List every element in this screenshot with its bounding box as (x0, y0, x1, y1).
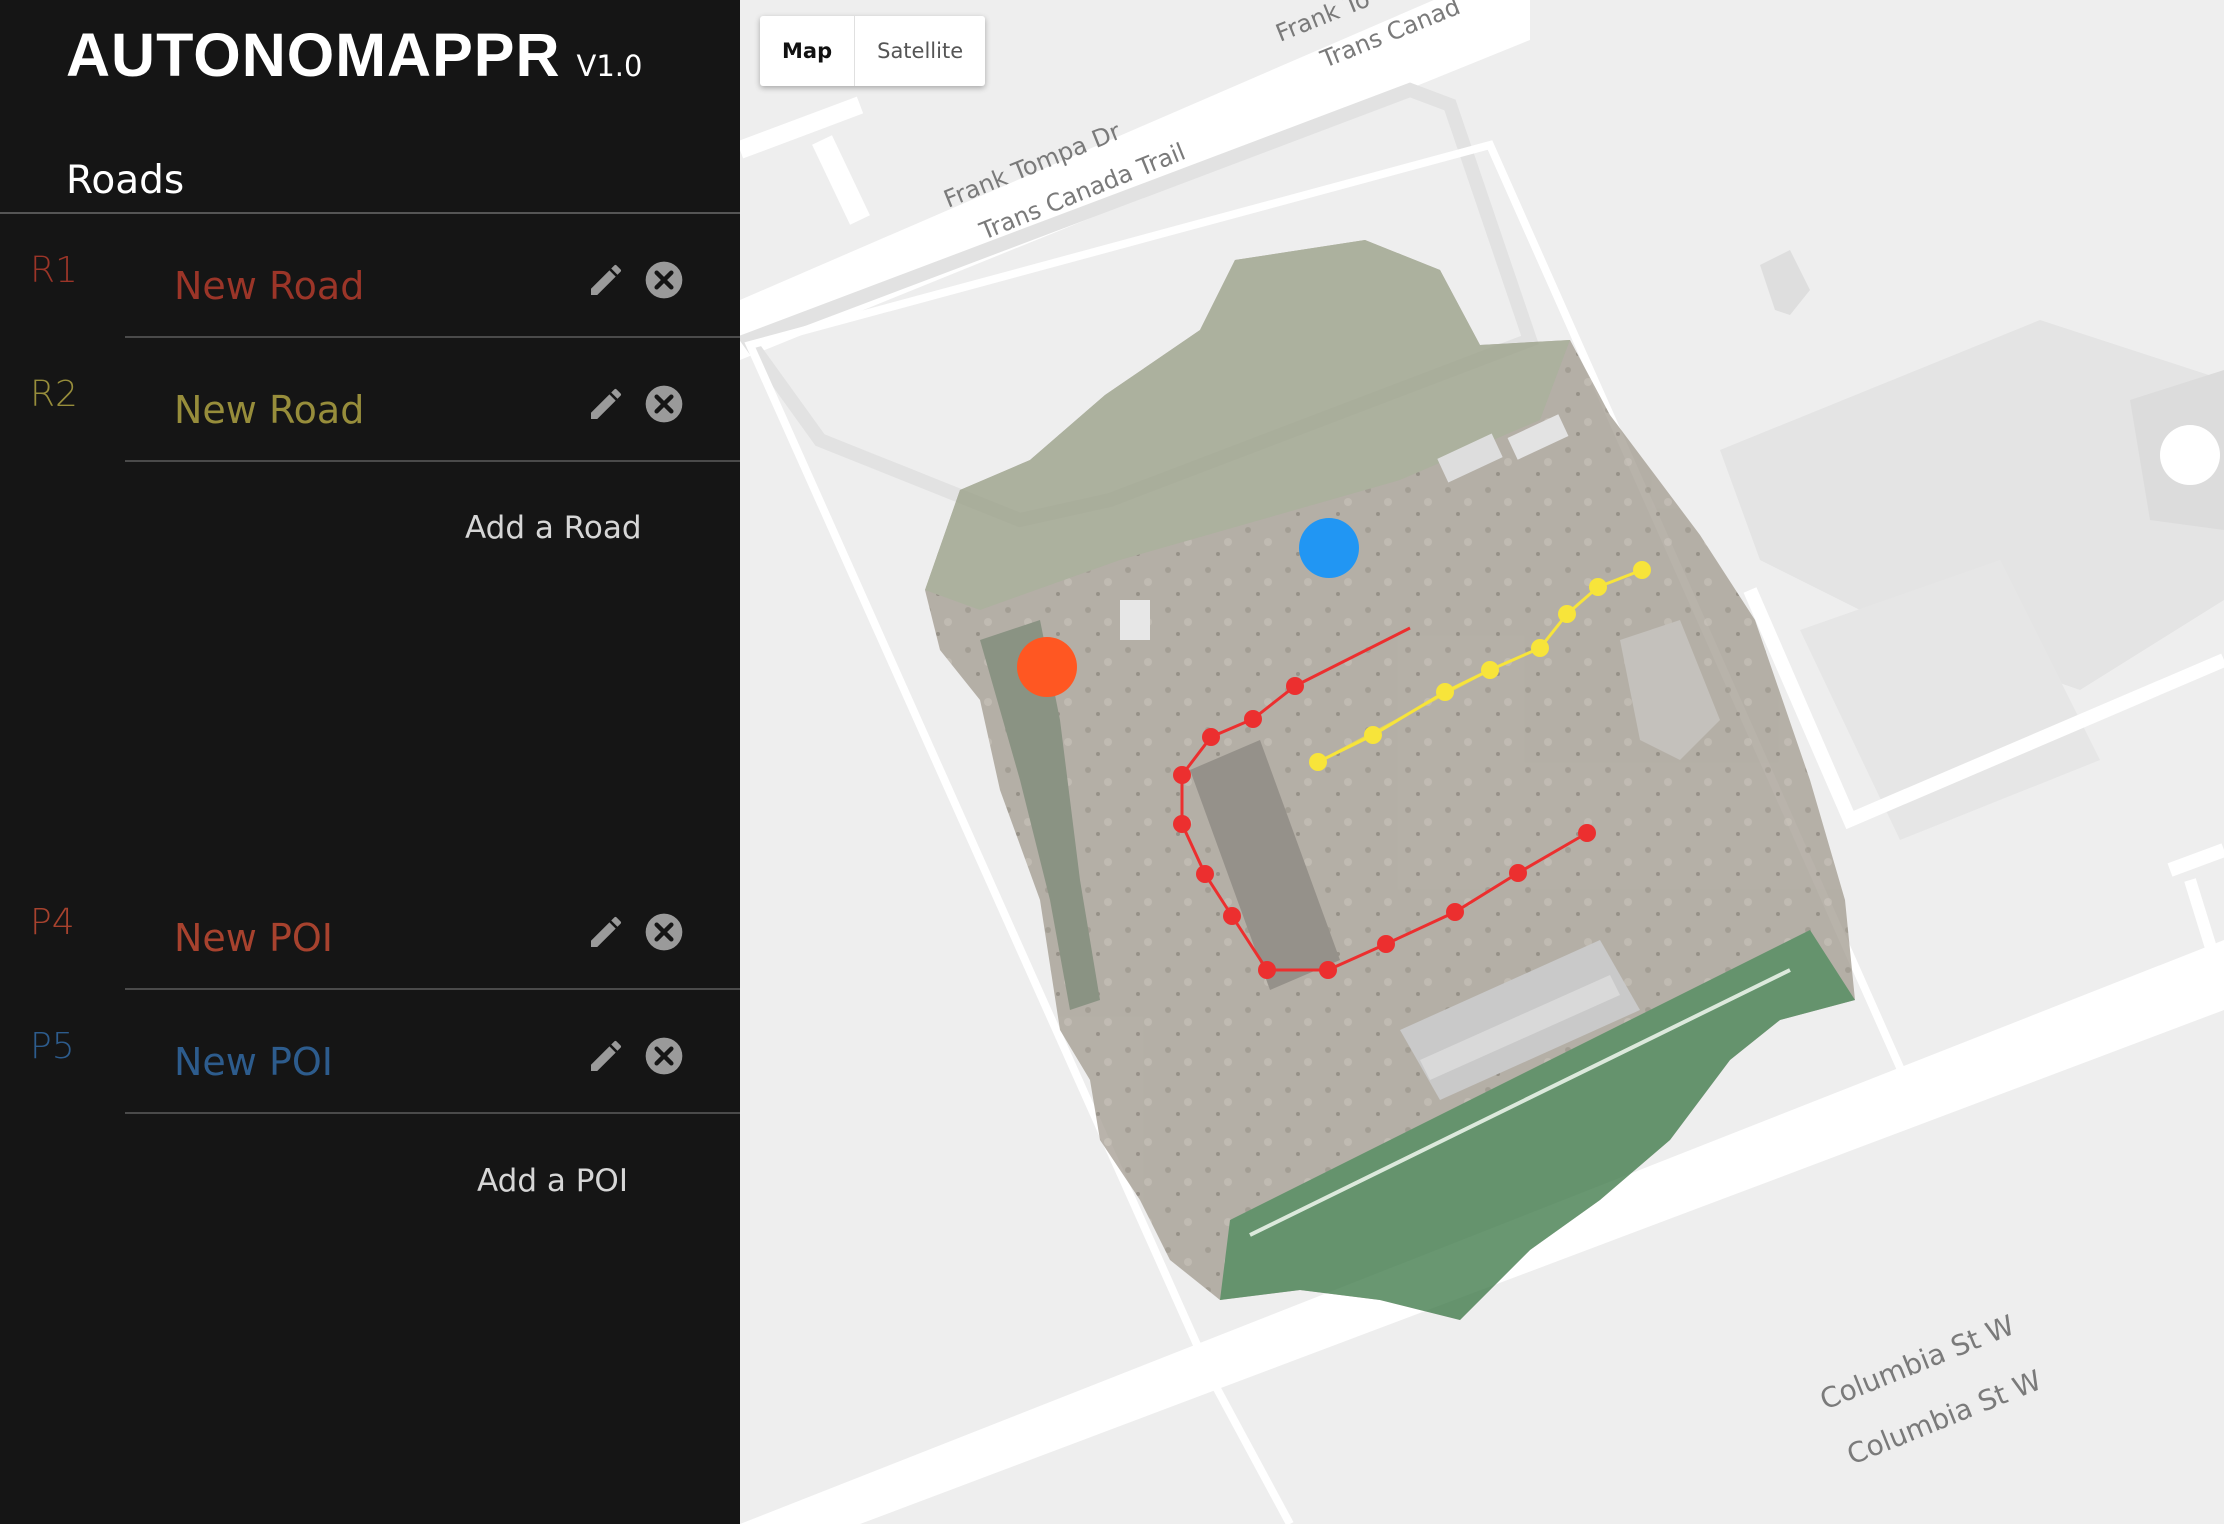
poi-item-p4[interactable]: P4 New POI (0, 866, 740, 990)
poi-item-p5[interactable]: P5 New POI (0, 990, 740, 1114)
map-button[interactable]: Map (760, 16, 856, 86)
divider (125, 1112, 740, 1114)
road-r2-node[interactable] (1364, 726, 1382, 744)
app-version: V1.0 (576, 49, 643, 83)
map-type-toggle: Map Satellite (760, 16, 986, 86)
pencil-icon[interactable] (586, 1036, 626, 1076)
road-r1-node[interactable] (1196, 865, 1214, 883)
road-r2-node[interactable] (1558, 605, 1576, 623)
road-r1-node[interactable] (1377, 935, 1395, 953)
road-code: R1 (30, 250, 78, 291)
poi-p4-marker[interactable] (1017, 637, 1077, 697)
add-poi-button[interactable]: Add a POI (477, 1163, 628, 1199)
road-r2-node[interactable] (1633, 561, 1651, 579)
road-r1-node[interactable] (1202, 728, 1220, 746)
road-r1-node[interactable] (1244, 710, 1262, 728)
section-title: Roads (66, 158, 185, 203)
road-r2-node[interactable] (1309, 753, 1327, 771)
app-title: AUTONOMAPPR (66, 21, 561, 89)
app-brand: AUTONOMAPPR V1.0 (66, 20, 642, 90)
road-r2-node[interactable] (1436, 683, 1454, 701)
road-r2-node[interactable] (1531, 639, 1549, 657)
road-name[interactable]: New Road (174, 388, 364, 432)
close-circle-icon[interactable] (642, 258, 686, 302)
road-r1-node[interactable] (1223, 907, 1241, 925)
road-r1-node[interactable] (1173, 766, 1191, 784)
divider (125, 460, 740, 462)
close-circle-icon[interactable] (642, 382, 686, 426)
poi-code: P5 (30, 1026, 75, 1067)
road-r1-node[interactable] (1509, 864, 1527, 882)
road-r1-node[interactable] (1446, 903, 1464, 921)
road-name[interactable]: New Road (174, 264, 364, 308)
map-canvas[interactable]: Frank Tompa Dr Trans Canada Trail Frank … (740, 0, 2224, 1524)
sidebar: AUTONOMAPPR V1.0 Roads R1 New Road R2 New… (0, 0, 740, 1524)
pencil-icon[interactable] (586, 260, 626, 300)
road-r1-node[interactable] (1258, 961, 1276, 979)
add-road-button[interactable]: Add a Road (465, 510, 642, 546)
pencil-icon[interactable] (586, 384, 626, 424)
pencil-icon[interactable] (586, 912, 626, 952)
road-r2-node[interactable] (1589, 578, 1607, 596)
close-circle-icon[interactable] (642, 1034, 686, 1078)
close-circle-icon[interactable] (642, 910, 686, 954)
road-code: R2 (30, 374, 78, 415)
satellite-button[interactable]: Satellite (855, 16, 985, 86)
map-layer[interactable]: Frank Tompa Dr Trans Canada Trail Frank … (740, 0, 2224, 1524)
road-item-r1[interactable]: R1 New Road (0, 214, 740, 338)
road-r1-node[interactable] (1319, 961, 1337, 979)
road-r1-node[interactable] (1286, 677, 1304, 695)
poi-name[interactable]: New POI (174, 916, 333, 960)
road-item-r2[interactable]: R2 New Road (0, 338, 740, 462)
poi-p5-marker[interactable] (1299, 518, 1359, 578)
road-r1-node[interactable] (1578, 824, 1596, 842)
poi-name[interactable]: New POI (174, 1040, 333, 1084)
road-r1-node[interactable] (1173, 815, 1191, 833)
poi-code: P4 (30, 902, 75, 943)
road-r2-node[interactable] (1481, 661, 1499, 679)
equipment (1120, 600, 1150, 640)
roundabout-shape (2160, 425, 2220, 485)
